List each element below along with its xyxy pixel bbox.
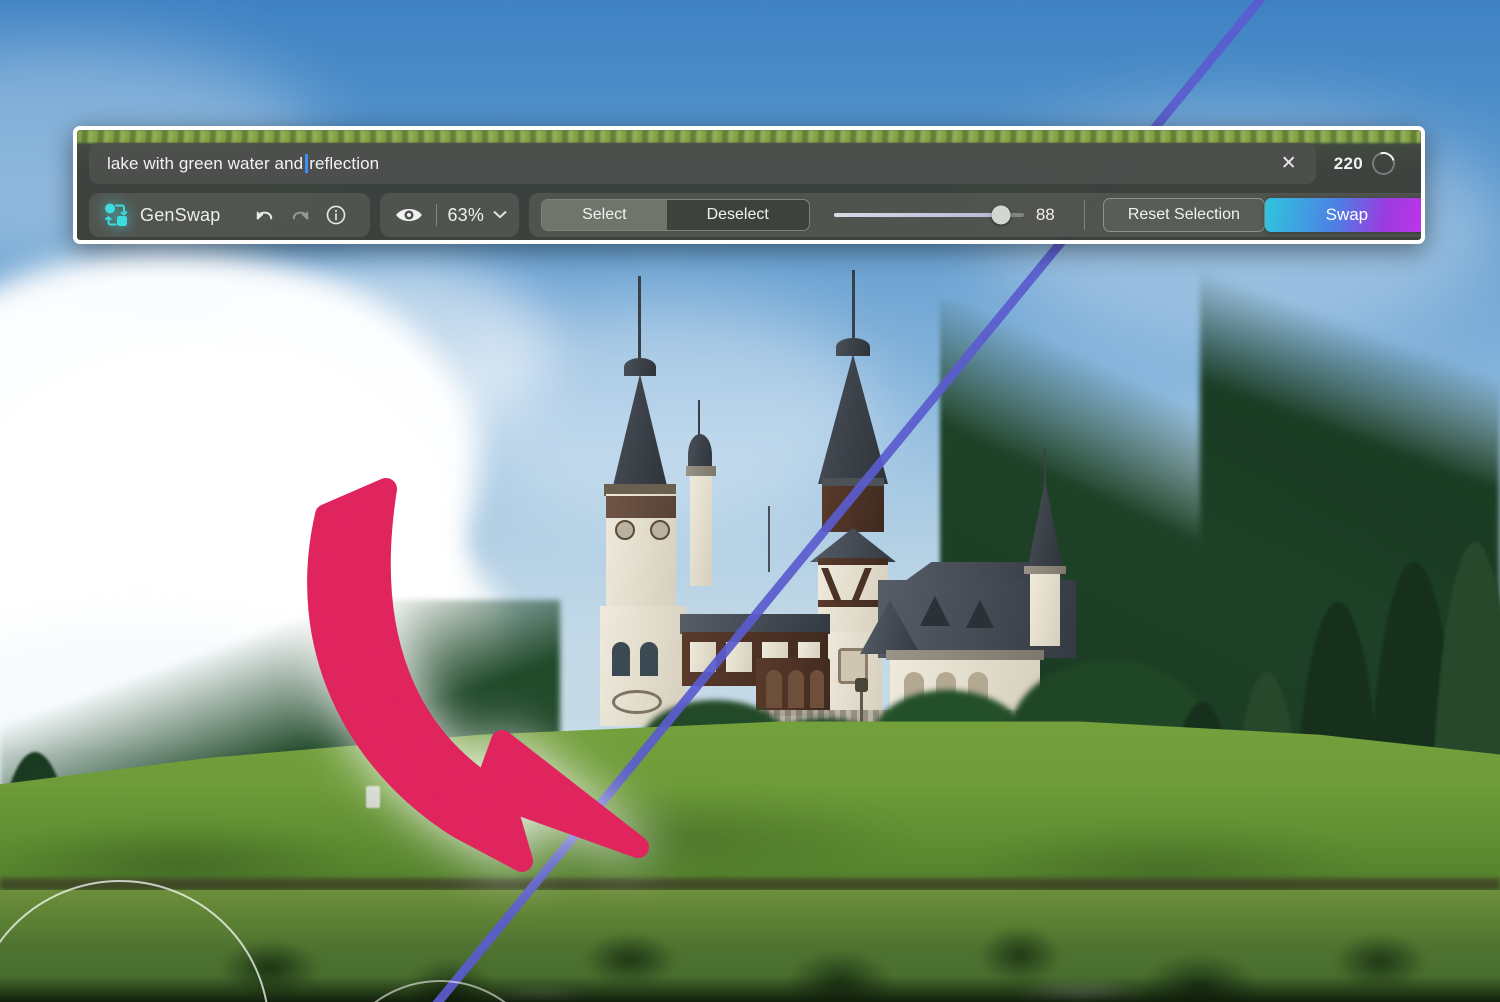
app-title: GenSwap (140, 204, 221, 225)
prompt-row: lake with green water and reflection ✕ 2… (89, 143, 1409, 184)
divider (436, 204, 438, 226)
credit-counter: 220 (1333, 153, 1363, 173)
swap-button[interactable]: Swap (1264, 198, 1421, 232)
selection-mode-segmented[interactable]: Select Deselect (541, 199, 810, 231)
swap-shapes-icon (103, 202, 129, 228)
selection-actions-group: Select Deselect 88 Reset Selection Swap (529, 193, 1421, 237)
tool-row: GenSwap 63% Select Deselect 88 Reset Sel… (89, 193, 1421, 237)
slider-knob[interactable] (991, 205, 1011, 225)
lawn-marker (366, 786, 380, 808)
eye-icon[interactable] (392, 200, 426, 230)
zoom-level[interactable]: 63% (447, 205, 484, 226)
close-icon[interactable]: ✕ (1276, 151, 1302, 177)
brush-size-value: 88 (1035, 205, 1055, 224)
generation-status: 220 (1316, 143, 1409, 184)
image-canvas[interactable]: lake with green water and reflection ✕ 2… (0, 0, 1500, 1002)
prompt-text: lake with green water and reflection (107, 154, 379, 174)
water-edge (0, 878, 1500, 890)
chevron-down-icon[interactable] (493, 208, 507, 222)
undo-arrow-icon[interactable] (249, 200, 279, 230)
loading-spinner-icon (1367, 147, 1400, 180)
slider-track[interactable] (833, 205, 1024, 225)
reset-selection-button[interactable]: Reset Selection (1102, 198, 1265, 232)
prompt-input[interactable]: lake with green water and reflection ✕ (89, 143, 1316, 184)
brand-history-group: GenSwap (89, 193, 371, 237)
select-mode-button[interactable]: Select (542, 200, 667, 230)
prompt-text-before-caret: lake with green water and (107, 153, 304, 173)
brush-size-slider[interactable]: 88 (833, 205, 1062, 225)
redo-arrow-icon[interactable] (285, 200, 315, 230)
genswap-toolbar-panel[interactable]: lake with green water and reflection ✕ 2… (73, 126, 1425, 244)
info-circle-icon[interactable] (321, 200, 351, 230)
bottom-vignette (0, 976, 1500, 1002)
divider (1083, 200, 1085, 230)
text-caret (305, 154, 309, 173)
prompt-text-after-caret: reflection (309, 153, 380, 173)
slider-fill (833, 213, 1001, 217)
view-group: 63% (380, 193, 520, 237)
deselect-mode-button[interactable]: Deselect (667, 200, 809, 230)
